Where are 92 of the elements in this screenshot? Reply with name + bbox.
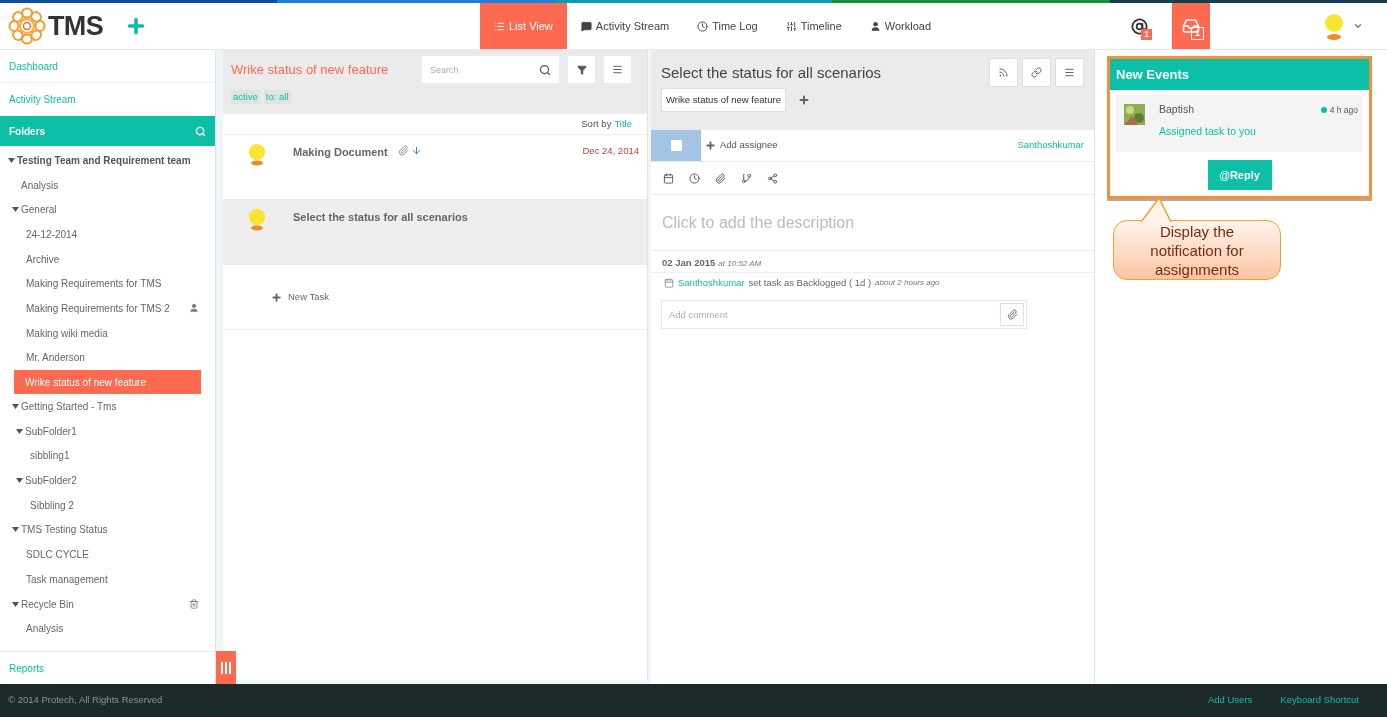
caret-icon[interactable]	[12, 404, 19, 410]
sort-label: Sort by	[581, 116, 612, 131]
caret-icon[interactable]	[16, 428, 23, 434]
menu-button[interactable]	[604, 56, 631, 83]
event-user: Baptish	[1159, 102, 1196, 117]
nav-tab[interactable]: Activity Stream	[566, 3, 684, 49]
task-title: Making Document	[293, 145, 388, 160]
plus-icon	[271, 291, 282, 303]
folder-item[interactable]: Mr. Anderson	[0, 345, 215, 371]
dropdown-caret-icon[interactable]	[1353, 21, 1363, 31]
count-badge: 1	[1141, 29, 1153, 40]
at-icon	[1130, 17, 1148, 35]
log-date: 02 Jan 2015	[662, 256, 716, 270]
collapse-handle[interactable]	[216, 651, 236, 684]
attachment-icon	[1006, 308, 1018, 320]
arrow-down-icon	[410, 145, 422, 156]
task-row[interactable]: Select the status for all scenarios	[223, 200, 647, 265]
task-detail-title: Select the status for all scenarios	[661, 63, 883, 83]
user-icon	[189, 303, 199, 314]
folder-item[interactable]: General	[0, 197, 215, 223]
log-action: set task as Backlogged ( 1d )	[748, 276, 872, 291]
count-badge: 1	[1191, 27, 1205, 40]
list-icon	[494, 20, 505, 32]
copyright-text: © 2014 Protech, All Rights Reserved	[8, 693, 164, 708]
event-time: 4 h ago	[1329, 103, 1358, 117]
calendar-icon	[664, 278, 674, 289]
folder-item[interactable]: Analysis	[0, 616, 215, 642]
time-icon	[697, 20, 709, 32]
caret-icon[interactable]	[12, 527, 19, 533]
new-task-button[interactable]: New Task	[271, 289, 329, 305]
share-icon[interactable]	[767, 172, 778, 184]
folder-item[interactable]: SubFolder1	[0, 418, 215, 444]
plus-icon	[705, 140, 716, 151]
filter-icon	[576, 64, 587, 75]
attach-button[interactable]	[1000, 302, 1024, 326]
folder-item[interactable]: Making wiki media	[0, 320, 215, 346]
branch-icon[interactable]	[741, 172, 752, 184]
folder-item[interactable]: TMS Testing Status	[0, 517, 215, 543]
folder-item[interactable]: Making Requirements for TMS 2	[0, 296, 215, 321]
timeline-icon	[785, 20, 797, 32]
callout-text: Display the notification for assignments	[1149, 221, 1245, 279]
workload-icon	[869, 20, 881, 32]
footer-link[interactable]: Keyboard Shortcut	[1280, 693, 1359, 708]
stream-icon	[580, 20, 592, 32]
folder-item[interactable]: Archive	[0, 246, 215, 272]
caret-icon[interactable]	[8, 157, 15, 163]
attachment-icon[interactable]	[715, 172, 726, 184]
log-ago: about 2 hours ago	[875, 277, 940, 290]
events-title: New Events	[1116, 65, 1189, 84]
caret-icon[interactable]	[12, 601, 19, 607]
link-icon	[1031, 67, 1042, 78]
add-assignee-button[interactable]: Add assignee	[705, 130, 778, 161]
caret-icon[interactable]	[16, 478, 23, 484]
search-icon	[539, 63, 551, 76]
event-message: Assigned task to you	[1159, 123, 1257, 139]
folder-tag[interactable]: Wrike status of new feature	[661, 88, 786, 113]
folder-item[interactable]: Analysis	[0, 172, 215, 198]
task-date: Dec 24, 2014	[582, 144, 639, 158]
clock-icon[interactable]	[689, 172, 700, 184]
folders-title: Folders	[9, 124, 46, 139]
rss-icon	[998, 67, 1009, 78]
folder-item[interactable]: 24-12-2014	[0, 222, 215, 247]
task-title: Select the status for all scenarios	[293, 210, 468, 225]
folder-item[interactable]: Making Requirements for TMS	[0, 271, 215, 297]
logo-icon	[8, 7, 46, 45]
folder-item[interactable]: Recycle Bin	[0, 591, 215, 617]
folder-item[interactable]: Task management	[0, 567, 215, 592]
filter-button[interactable]	[568, 56, 595, 83]
add-folder-icon[interactable]	[797, 94, 810, 107]
folder-item[interactable]: Sibbling 2	[0, 492, 215, 518]
complete-checkbox[interactable]	[670, 140, 682, 151]
logo-text: TMS	[48, 9, 103, 43]
columns-icon	[221, 661, 231, 674]
inbox-icon	[1182, 17, 1201, 35]
list-title: Wrike status of new feature	[231, 60, 390, 79]
calendar-icon[interactable]	[663, 172, 674, 184]
folder-item[interactable]: SDLC CYCLE	[0, 542, 215, 567]
nav-tab[interactable]: Timeline	[771, 3, 856, 49]
folder-item[interactable]: Testing Team and Requirement team	[0, 148, 215, 173]
footer-link[interactable]: Add Users	[1207, 693, 1253, 708]
trash-icon	[189, 599, 199, 610]
nav-tab[interactable]: Time Log	[683, 3, 772, 49]
menu-icon	[1064, 67, 1075, 78]
attachment-icon	[397, 145, 409, 156]
menu-icon	[612, 64, 623, 75]
caret-icon[interactable]	[12, 207, 19, 213]
menu-button[interactable]	[1055, 58, 1084, 87]
folder-item[interactable]: Getting Started - Tms	[0, 394, 215, 419]
folder-item[interactable]: SubFolder2	[0, 468, 215, 493]
folder-item[interactable]: sibbling1	[0, 443, 215, 469]
nav-tab[interactable]: Workload	[855, 3, 946, 49]
log-time: at 10:52 AM	[718, 258, 762, 270]
